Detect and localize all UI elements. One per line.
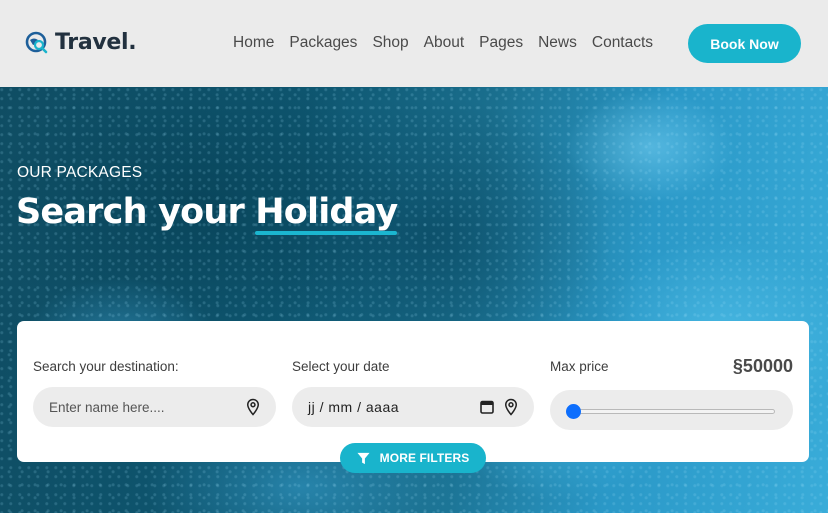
hero-eyebrow: OUR PACKAGES xyxy=(17,164,143,181)
hero-title-accent: Holiday xyxy=(255,192,398,235)
nav-item-about[interactable]: About xyxy=(424,34,465,52)
calendar-icon[interactable] xyxy=(480,399,494,414)
destination-input[interactable] xyxy=(49,399,229,415)
date-label: Select your date xyxy=(292,359,390,374)
max-price-value: §50000 xyxy=(732,356,793,376)
hero-title: Search your Holiday xyxy=(16,192,398,235)
location-pin-icon xyxy=(504,398,518,416)
more-filters-button[interactable]: MORE FILTERS xyxy=(340,443,486,473)
more-filters-label: MORE FILTERS xyxy=(379,451,470,465)
location-pin-icon xyxy=(246,398,260,416)
filter-icon xyxy=(357,452,370,464)
nav-item-packages[interactable]: Packages xyxy=(289,34,357,52)
hero-title-prefix: Search your xyxy=(16,192,256,232)
site-header: Travel. Home Packages Shop About Pages N… xyxy=(0,0,828,87)
brand-name: Travel. xyxy=(55,30,137,55)
brand-logo[interactable]: Travel. xyxy=(25,30,137,55)
price-slider[interactable] xyxy=(550,390,793,430)
nav-item-home[interactable]: Home xyxy=(233,34,274,52)
destination-label: Search your destination: xyxy=(33,359,179,374)
slider-thumb[interactable] xyxy=(566,404,581,419)
date-field[interactable]: jj / mm / aaaa xyxy=(292,387,534,427)
nav-item-contacts[interactable]: Contacts xyxy=(592,34,653,52)
nav-item-pages[interactable]: Pages xyxy=(479,34,523,52)
globe-search-icon xyxy=(25,31,48,53)
book-now-button[interactable]: Book Now xyxy=(688,24,801,63)
price-label: Max price xyxy=(550,359,609,374)
destination-field[interactable] xyxy=(33,387,276,427)
main-nav: Home Packages Shop About Pages News Cont… xyxy=(233,34,668,52)
date-input[interactable]: jj / mm / aaaa xyxy=(308,399,399,415)
nav-item-shop[interactable]: Shop xyxy=(372,34,408,52)
search-card: Search your destination: Select your dat… xyxy=(17,321,809,462)
slider-track[interactable] xyxy=(570,409,775,414)
nav-item-news[interactable]: News xyxy=(538,34,577,52)
